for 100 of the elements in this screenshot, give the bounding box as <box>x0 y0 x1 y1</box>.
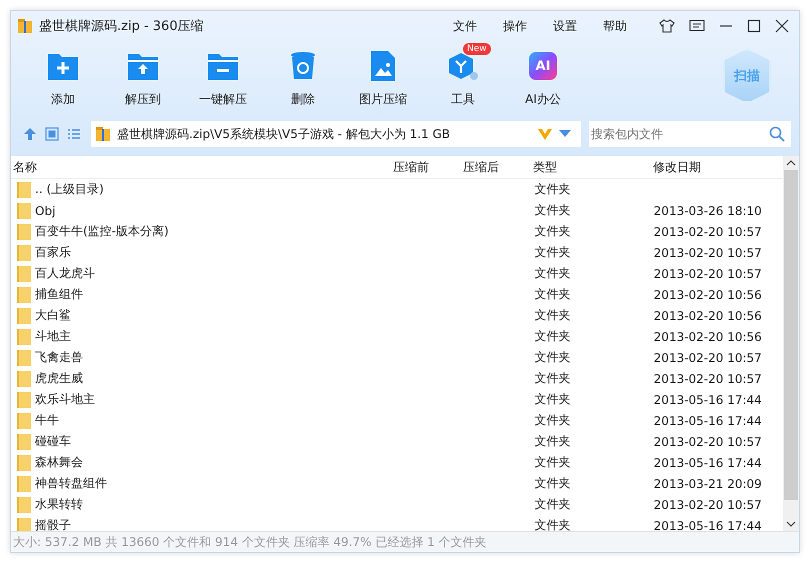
search-field[interactable]: 搜索包内文件 <box>589 121 791 147</box>
file-type: 文件夹 <box>534 266 570 280</box>
folder-icon <box>17 454 31 470</box>
folder-icon <box>17 286 31 302</box>
folder-icon <box>17 202 31 218</box>
search-icon[interactable] <box>769 126 785 142</box>
menu-item[interactable]: 操作 <box>503 18 527 34</box>
file-type: 文件夹 <box>534 245 570 259</box>
folder-icon <box>17 224 31 240</box>
file-type: 文件夹 <box>534 182 570 196</box>
toolbar-button[interactable]: 一键解压 <box>183 41 263 108</box>
file-name[interactable]: 虎虎生威 <box>35 370 83 387</box>
toolbar-button[interactable]: 删除 <box>263 41 343 108</box>
file-name[interactable]: 牛牛 <box>35 412 59 429</box>
folder-icon <box>17 392 31 408</box>
scroll-down-icon[interactable] <box>786 521 796 527</box>
file-name[interactable]: 欢乐斗地主 <box>35 391 95 408</box>
trash-icon <box>290 51 316 81</box>
folder-icon <box>17 308 31 324</box>
file-name[interactable]: 神兽转盘组件 <box>35 475 107 492</box>
ai-icon: AI <box>529 52 557 80</box>
archive-icon <box>95 126 111 142</box>
archive-icon <box>17 18 33 34</box>
file-type: 文件夹 <box>534 434 570 448</box>
window-title: 盛世棋牌源码.zip - 360压缩 <box>39 18 204 35</box>
file-name[interactable]: 碰碰车 <box>35 433 71 450</box>
modified-date: 2013-05-16 17:44 <box>654 414 762 428</box>
modified-date: 2013-02-20 10:57 <box>654 372 762 386</box>
modified-date: 2013-02-20 10:57 <box>654 498 762 512</box>
folder-add-icon <box>47 51 79 81</box>
toolbar-button[interactable]: 解压到 <box>103 41 183 108</box>
file-type: 文件夹 <box>534 329 570 343</box>
modified-date: 2013-05-16 17:44 <box>654 518 762 531</box>
folder-icon <box>17 244 31 260</box>
scrollbar[interactable] <box>783 156 799 531</box>
menu-item[interactable]: 帮助 <box>603 18 627 34</box>
file-type: 文件夹 <box>534 476 570 490</box>
file-name[interactable]: 百变牛牛(监控-版本分离) <box>35 223 169 240</box>
file-type: 文件夹 <box>534 455 570 469</box>
modified-date: 2013-05-16 17:44 <box>654 456 762 470</box>
modified-date: 2013-03-21 20:09 <box>654 476 762 490</box>
modified-date: 2013-05-16 17:44 <box>654 392 762 406</box>
file-type: 文件夹 <box>534 203 570 217</box>
file-type: 文件夹 <box>534 518 570 531</box>
column-header[interactable]: 压缩后 <box>463 158 533 176</box>
file-name[interactable]: 森林舞会 <box>35 454 83 471</box>
file-type: 文件夹 <box>534 350 570 364</box>
file-name[interactable]: 飞禽走兽 <box>35 349 83 366</box>
address-bar[interactable]: 盛世棋牌源码.zip\V5系统模块\V5子游戏 - 解包大小为 1.1 GB <box>91 121 581 147</box>
new-badge: New <box>463 43 491 55</box>
file-type: 文件夹 <box>534 224 570 238</box>
file-name[interactable]: 百人龙虎斗 <box>35 265 95 282</box>
file-name[interactable]: 水果转转 <box>35 496 83 513</box>
shirt-icon[interactable] <box>659 19 675 33</box>
column-header[interactable]: 名称 <box>11 158 393 176</box>
menu-item[interactable]: 文件 <box>453 18 477 34</box>
dropdown-icon[interactable] <box>559 130 571 138</box>
folder-minus-icon <box>207 51 239 81</box>
modified-date: 2013-02-20 10:57 <box>654 224 762 238</box>
folder-icon <box>17 412 31 428</box>
up-arrow-icon[interactable] <box>23 127 37 141</box>
address-path: 盛世棋牌源码.zip\V5系统模块\V5子游戏 - 解包大小为 1.1 GB <box>117 126 452 142</box>
status-text: 大小: 537.2 MB 共 13660 个文件和 914 个文件夹 压缩率 49.7% 已经选择 1 个文件夹 <box>13 534 487 550</box>
folder-icon <box>17 182 31 198</box>
file-name[interactable]: 摇骰子 <box>35 517 71 531</box>
thumbnail-view-icon[interactable] <box>45 127 59 141</box>
file-name[interactable]: 百家乐 <box>35 244 71 261</box>
scroll-up-icon[interactable] <box>786 160 796 166</box>
file-name[interactable]: .. (上级目录) <box>35 181 104 198</box>
folder-icon <box>17 266 31 282</box>
menu-item[interactable]: 设置 <box>553 18 577 34</box>
toolbar-button[interactable]: 图片压缩 <box>343 41 423 108</box>
toolbar-button[interactable]: AI AI办公 <box>503 41 583 108</box>
message-icon[interactable] <box>689 19 705 33</box>
column-header[interactable]: 压缩前 <box>393 158 463 176</box>
column-header[interactable]: 修改日期 <box>653 158 783 176</box>
modified-date: 2013-02-20 10:56 <box>654 288 762 302</box>
folder-icon <box>17 370 31 386</box>
file-name[interactable]: 大白鲨 <box>35 307 71 324</box>
file-type: 文件夹 <box>534 392 570 406</box>
folder-icon <box>17 434 31 450</box>
close-icon[interactable] <box>775 19 789 33</box>
folder-icon <box>17 496 31 512</box>
folder-icon <box>17 518 31 531</box>
cube-icon <box>447 51 479 81</box>
toolbar-button[interactable]: 添加 <box>23 41 103 108</box>
file-name[interactable]: Obj <box>35 204 56 218</box>
maximize-icon[interactable] <box>747 19 761 33</box>
column-header[interactable]: 类型 <box>533 158 653 176</box>
list-view-icon[interactable] <box>67 127 81 141</box>
folder-icon <box>17 350 31 366</box>
toolbar-button[interactable]: New 工具 <box>423 41 503 108</box>
file-name[interactable]: 捕鱼组件 <box>35 286 83 303</box>
modified-date: 2013-02-20 10:57 <box>654 434 762 448</box>
file-type: 文件夹 <box>534 371 570 385</box>
file-name[interactable]: 斗地主 <box>35 328 71 345</box>
modified-date: 2013-02-20 10:56 <box>654 330 762 344</box>
image-file-icon <box>370 50 396 82</box>
file-type: 文件夹 <box>534 413 570 427</box>
folder-icon <box>17 328 31 344</box>
